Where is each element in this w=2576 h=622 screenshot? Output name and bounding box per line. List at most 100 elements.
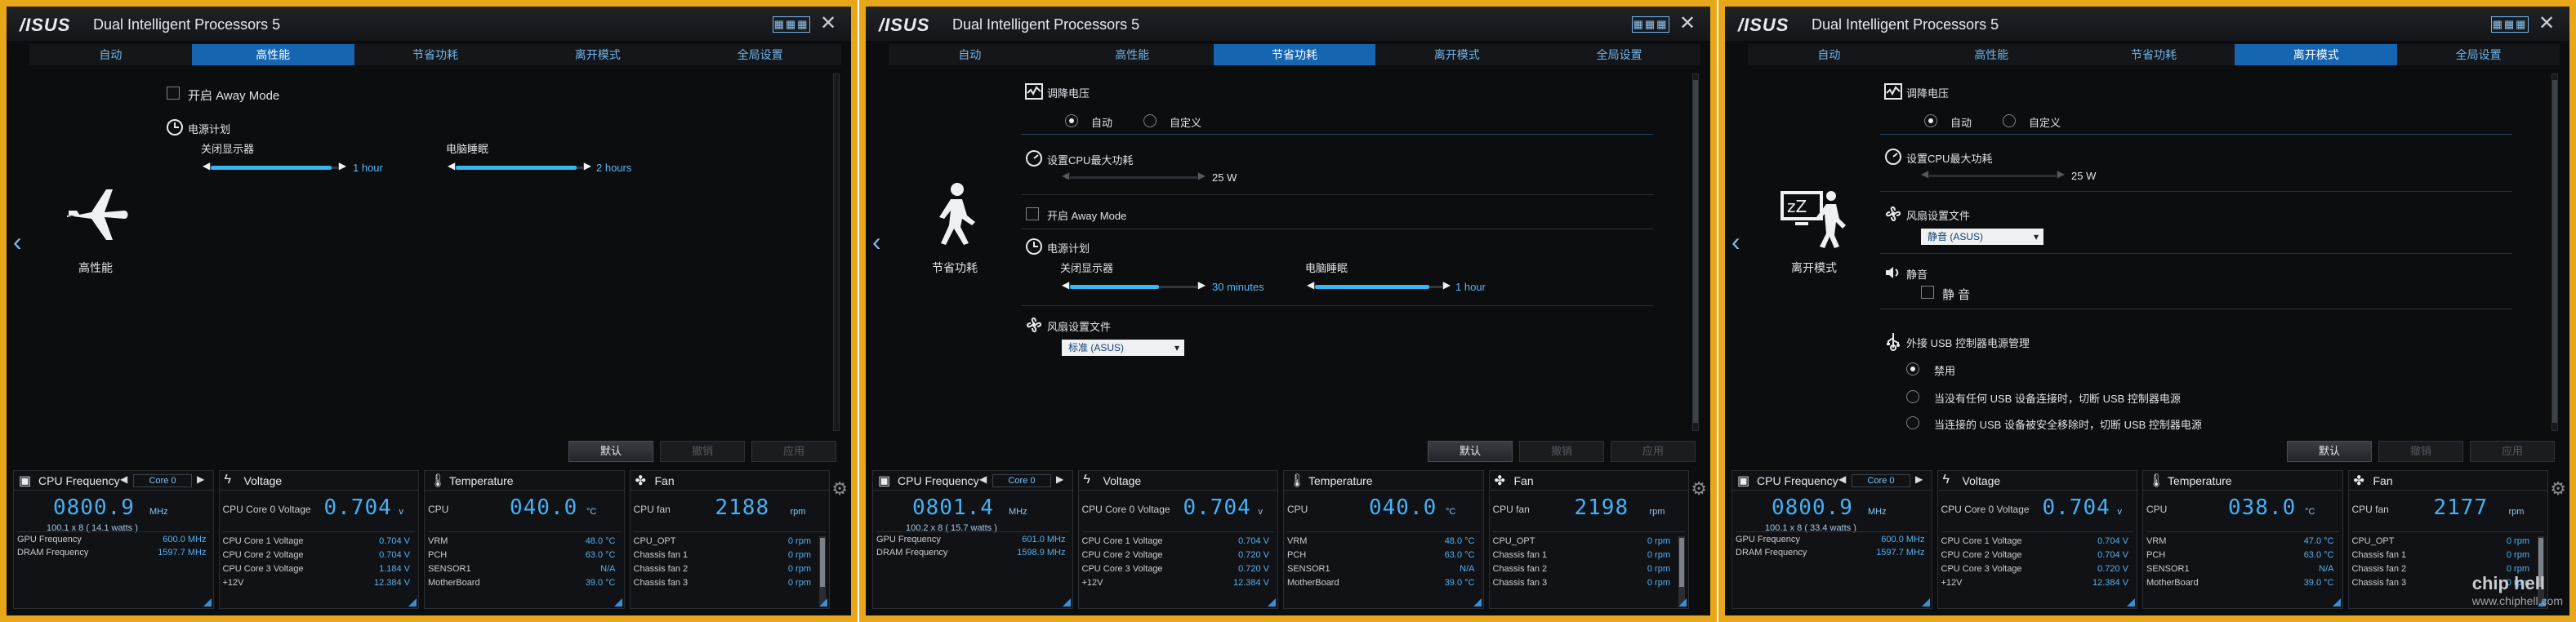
core-select[interactable]: Core 0: [1852, 474, 1910, 487]
default-button[interactable]: 默认: [2287, 441, 2372, 462]
voltage-custom-radio[interactable]: [2003, 114, 2016, 127]
cpu-max-power-slider[interactable]: ◀ ▶: [1921, 168, 2065, 181]
expand-corner-icon[interactable]: [1268, 598, 1276, 606]
close-button[interactable]: ✕: [1676, 11, 1699, 35]
tab-power-saving[interactable]: 节省功耗: [1213, 44, 1376, 65]
sensor-row-value: 0.704 V: [379, 550, 410, 560]
grid-icon[interactable]: ▦▦▦: [1632, 16, 1669, 33]
sensor-row-label: CPU_OPT: [633, 536, 676, 546]
expand-corner-icon[interactable]: [1473, 598, 1482, 606]
tab-away-mode[interactable]: 离开模式: [516, 44, 679, 65]
fan-icon: [1885, 206, 1901, 222]
apply-button[interactable]: 应用: [1611, 441, 1696, 462]
expand-corner-icon[interactable]: [1062, 598, 1071, 606]
voltage-auto-radio[interactable]: [1924, 114, 1937, 127]
sleep-slider[interactable]: ◀ ▶: [448, 160, 591, 173]
tab-away-mode[interactable]: 离开模式: [2235, 44, 2398, 65]
undo-button[interactable]: 撤销: [660, 441, 745, 462]
expand-corner-icon[interactable]: [408, 598, 417, 606]
tab-power-saving[interactable]: 节省功耗: [354, 44, 517, 65]
tab-auto[interactable]: 自动: [889, 44, 1051, 65]
expand-corner-icon[interactable]: [819, 598, 827, 606]
usb-option-no-device-radio[interactable]: [1906, 390, 1919, 403]
slider-left-arrow-icon[interactable]: ◀: [1921, 168, 1928, 180]
grid-icon[interactable]: ▦▦▦: [2491, 16, 2529, 33]
slider-right-arrow-icon[interactable]: ▶: [584, 160, 591, 171]
cpu-max-power-slider[interactable]: ◀ ▶: [1062, 170, 1206, 183]
expand-corner-icon[interactable]: [613, 598, 622, 606]
tab-high-performance[interactable]: 高性能: [191, 44, 354, 65]
core-select[interactable]: Core 0: [992, 474, 1051, 487]
fan-profile-select[interactable]: 标准 (ASUS): [1062, 340, 1184, 356]
expand-corner-icon[interactable]: [1921, 598, 1930, 606]
voltage-custom-radio[interactable]: [1143, 114, 1157, 127]
gear-icon[interactable]: ⚙: [1691, 478, 1707, 500]
slider-left-arrow-icon[interactable]: ◀: [1062, 170, 1069, 181]
undo-button[interactable]: 撤销: [1519, 441, 1604, 462]
gear-icon[interactable]: ⚙: [2550, 478, 2566, 500]
display-off-slider[interactable]: ◀ ▶: [1062, 279, 1206, 292]
grid-icon[interactable]: ▦▦▦: [773, 16, 810, 33]
apply-button[interactable]: 应用: [2470, 441, 2555, 462]
default-button[interactable]: 默认: [568, 441, 653, 462]
tab-power-saving[interactable]: 节省功耗: [2073, 44, 2235, 65]
scrollbar-thumb[interactable]: [2552, 80, 2557, 423]
core-next-arrow-icon[interactable]: ▶: [197, 473, 204, 485]
slider-left-arrow-icon[interactable]: ◀: [1062, 279, 1069, 291]
sleep-slider[interactable]: ◀ ▶: [1307, 279, 1451, 292]
chevron-left-icon[interactable]: ‹: [872, 227, 881, 257]
scrollbar[interactable]: [833, 73, 840, 431]
tab-global-settings[interactable]: 全局设置: [2397, 44, 2560, 65]
expand-corner-icon[interactable]: [2127, 598, 2135, 606]
tab-high-performance[interactable]: 高性能: [1051, 44, 1214, 65]
tab-auto[interactable]: 自动: [1748, 44, 1910, 65]
away-mode-checkbox[interactable]: [1026, 207, 1039, 220]
expand-corner-icon[interactable]: [203, 598, 212, 606]
core-select[interactable]: Core 0: [133, 474, 192, 487]
tab-global-settings[interactable]: 全局设置: [1538, 44, 1700, 65]
display-off-slider[interactable]: ◀ ▶: [203, 160, 346, 173]
fan-list-scrollbar[interactable]: [1678, 536, 1685, 605]
undo-button[interactable]: 撤销: [2378, 441, 2463, 462]
gear-icon[interactable]: ⚙: [831, 478, 848, 500]
core-prev-arrow-icon[interactable]: ◀: [1838, 473, 1846, 485]
apply-button[interactable]: 应用: [751, 441, 836, 462]
fan-profile-select[interactable]: 静音 (ASUS): [1921, 229, 2043, 245]
slider-left-arrow-icon[interactable]: ◀: [203, 160, 210, 171]
voltage-auto-radio[interactable]: [1065, 114, 1078, 127]
slider-left-arrow-icon[interactable]: ◀: [1307, 279, 1314, 291]
slider-right-arrow-icon[interactable]: ▶: [2057, 168, 2065, 180]
tab-high-performance[interactable]: 高性能: [1910, 44, 2073, 65]
slider-right-arrow-icon[interactable]: ▶: [1198, 170, 1206, 181]
sensor-row-label: CPU Core 2 Voltage: [1941, 550, 2022, 560]
close-button[interactable]: ✕: [817, 11, 840, 35]
tab-auto[interactable]: 自动: [29, 44, 192, 65]
core-prev-arrow-icon[interactable]: ◀: [979, 473, 987, 485]
default-button[interactable]: 默认: [1428, 441, 1513, 462]
away-mode-checkbox[interactable]: [167, 87, 180, 100]
chevron-left-icon[interactable]: ‹: [1731, 227, 1740, 257]
fan-unit: rpm: [1649, 507, 1665, 517]
core-prev-arrow-icon[interactable]: ◀: [120, 473, 127, 485]
sensor-row-label: MotherBoard: [1287, 578, 1339, 588]
mute-checkbox[interactable]: [1921, 286, 1934, 299]
usb-option-disable-radio[interactable]: [1906, 362, 1919, 375]
expand-corner-icon[interactable]: [1678, 598, 1687, 606]
usb-option-safe-remove-radio[interactable]: [1906, 416, 1919, 429]
slider-left-arrow-icon[interactable]: ◀: [448, 160, 455, 171]
slider-right-arrow-icon[interactable]: ▶: [1443, 279, 1451, 291]
slider-right-arrow-icon[interactable]: ▶: [1198, 279, 1206, 291]
chevron-left-icon[interactable]: ‹: [13, 227, 22, 257]
title-bar: /ISUS Dual Intelligent Processors 5 ▦▦▦ …: [1725, 7, 2569, 41]
cpu-temp-value: 038.0: [2228, 495, 2297, 520]
slider-right-arrow-icon[interactable]: ▶: [339, 160, 346, 171]
close-button[interactable]: ✕: [2535, 11, 2558, 35]
sensor-row-value: 0 rpm: [1647, 578, 1670, 588]
expand-corner-icon[interactable]: [2332, 598, 2341, 606]
fan-list-scrollbar[interactable]: [819, 536, 826, 605]
scrollbar-thumb[interactable]: [1693, 80, 1698, 423]
tab-global-settings[interactable]: 全局设置: [679, 44, 841, 65]
core-next-arrow-icon[interactable]: ▶: [1915, 473, 1923, 485]
core-next-arrow-icon[interactable]: ▶: [1056, 473, 1063, 485]
tab-away-mode[interactable]: 离开模式: [1375, 44, 1538, 65]
